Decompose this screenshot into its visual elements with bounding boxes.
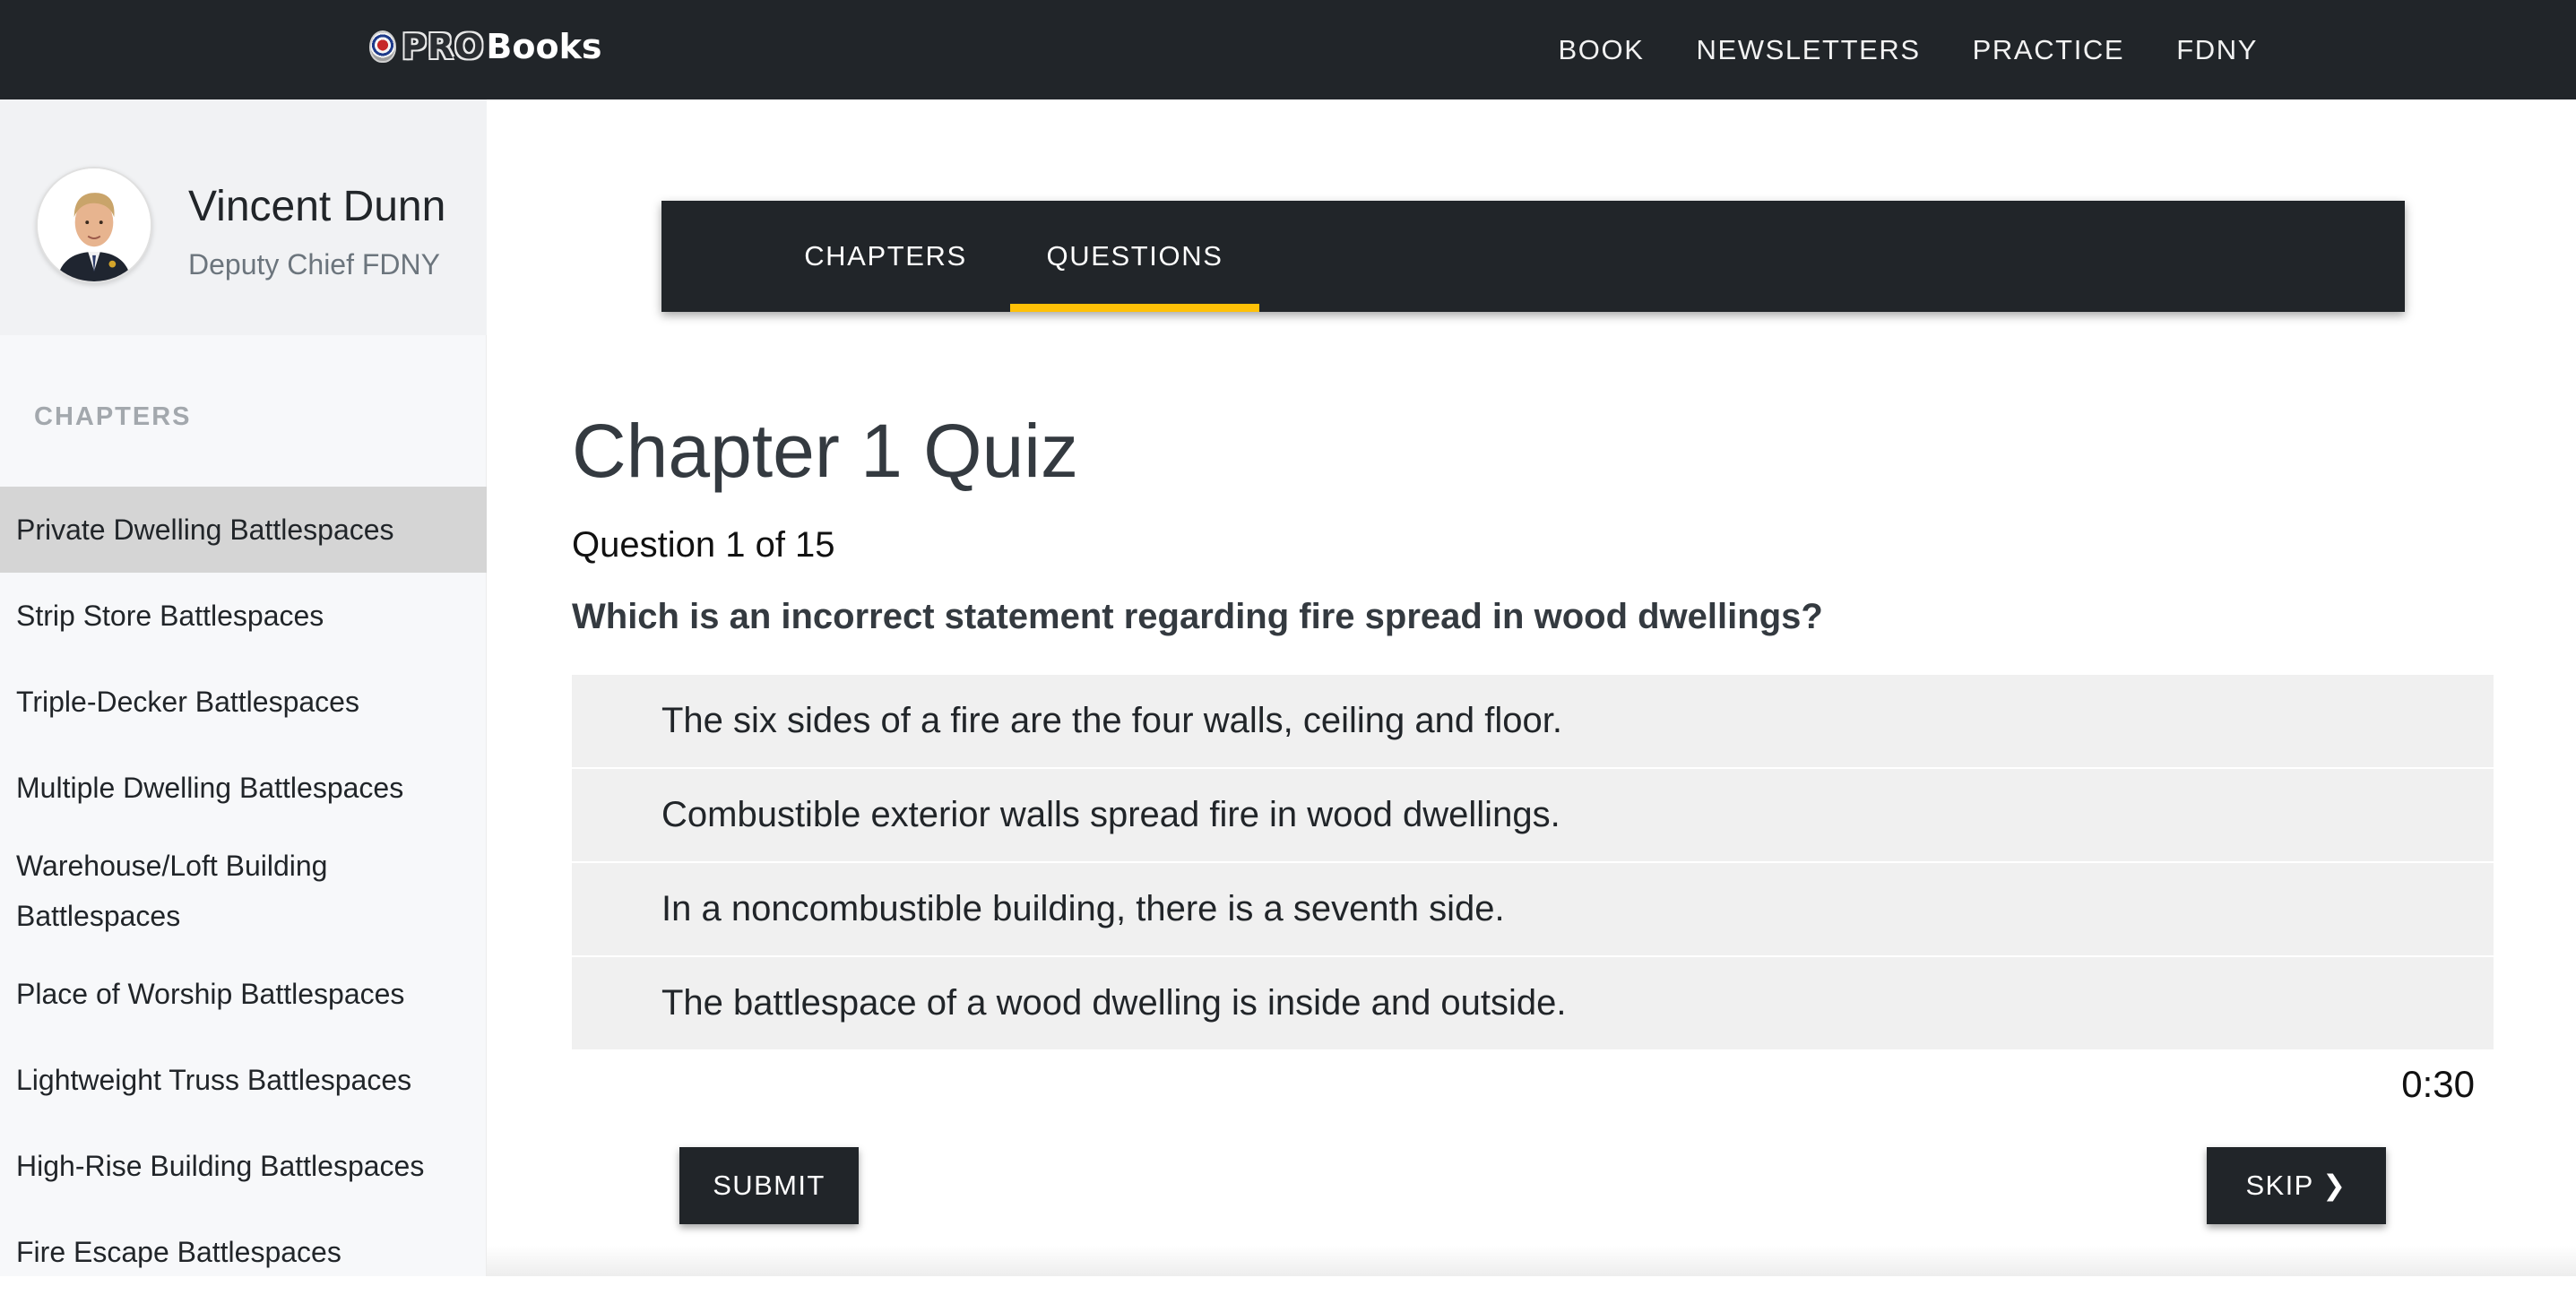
avatar	[36, 167, 152, 283]
page-title: Chapter 1 Quiz	[572, 409, 1078, 493]
answer-option-3[interactable]: In a noncombustible building, there is a…	[572, 863, 2494, 957]
chapter-item-place-of-worship[interactable]: Place of Worship Battlespaces	[0, 951, 487, 1037]
chapter-item-private-dwelling[interactable]: Private Dwelling Battlespaces	[0, 487, 487, 573]
author-name: Vincent Dunn	[188, 183, 446, 230]
top-navbar: PRO Books BOOK NEWSLETTERS PRACTICE FDNY	[0, 0, 2576, 99]
chapter-item-high-rise[interactable]: High-Rise Building Battlespaces	[0, 1123, 487, 1209]
author-title: Deputy Chief FDNY	[188, 248, 440, 281]
fdny-badge-icon	[369, 30, 396, 63]
answer-option-1[interactable]: The six sides of a fire are the four wal…	[572, 675, 2494, 769]
nav-link-practice[interactable]: PRACTICE	[1973, 34, 2125, 66]
chapter-item-strip-store[interactable]: Strip Store Battlespaces	[0, 573, 487, 659]
author-profile: Vincent Dunn Deputy Chief FDNY	[0, 99, 487, 335]
answer-list: The six sides of a fire are the four wal…	[572, 675, 2494, 1051]
bottom-shadow	[487, 1246, 2576, 1276]
tab-chapters[interactable]: CHAPTERS	[778, 201, 993, 312]
question-progress: Question 1 of 15	[572, 525, 835, 565]
tab-questions[interactable]: QUESTIONS	[1010, 201, 1259, 312]
nav-link-book[interactable]: BOOK	[1559, 34, 1645, 66]
author-portrait-icon	[38, 168, 151, 281]
chapter-list: Private Dwelling Battlespaces Strip Stor…	[0, 487, 487, 1295]
chapter-item-warehouse-loft[interactable]: Warehouse/Loft Building Battlespaces	[0, 831, 487, 951]
chapter-item-lightweight-truss[interactable]: Lightweight Truss Battlespaces	[0, 1037, 487, 1123]
probooks-logo[interactable]: PRO Books	[369, 25, 602, 68]
answer-option-4[interactable]: The battlespace of a wood dwelling is in…	[572, 957, 2494, 1051]
nav-link-fdny[interactable]: FDNY	[2176, 34, 2258, 66]
chapter-item-triple-decker[interactable]: Triple-Decker Battlespaces	[0, 659, 487, 745]
top-nav-links: BOOK NEWSLETTERS PRACTICE FDNY	[1559, 0, 2258, 99]
chapter-item-multiple-dwelling[interactable]: Multiple Dwelling Battlespaces	[0, 745, 487, 831]
content-tab-bar: CHAPTERS QUESTIONS	[661, 201, 2405, 312]
logo-pro-text: PRO	[402, 27, 485, 66]
skip-button[interactable]: SKIP ❯	[2207, 1147, 2386, 1224]
logo-books-text: Books	[486, 27, 602, 66]
nav-link-newsletters[interactable]: NEWSLETTERS	[1697, 34, 1921, 66]
chapter-item-fire-escape[interactable]: Fire Escape Battlespaces	[0, 1209, 487, 1295]
submit-button[interactable]: SUBMIT	[679, 1147, 859, 1224]
answer-option-2[interactable]: Combustible exterior walls spread fire i…	[572, 769, 2494, 863]
question-text: Which is an incorrect statement regardin…	[572, 597, 1823, 636]
countdown-timer: 0:30	[2401, 1063, 2475, 1105]
chapters-heading: CHAPTERS	[34, 402, 192, 431]
sidebar: Vincent Dunn Deputy Chief FDNY CHAPTERS …	[0, 99, 487, 1276]
